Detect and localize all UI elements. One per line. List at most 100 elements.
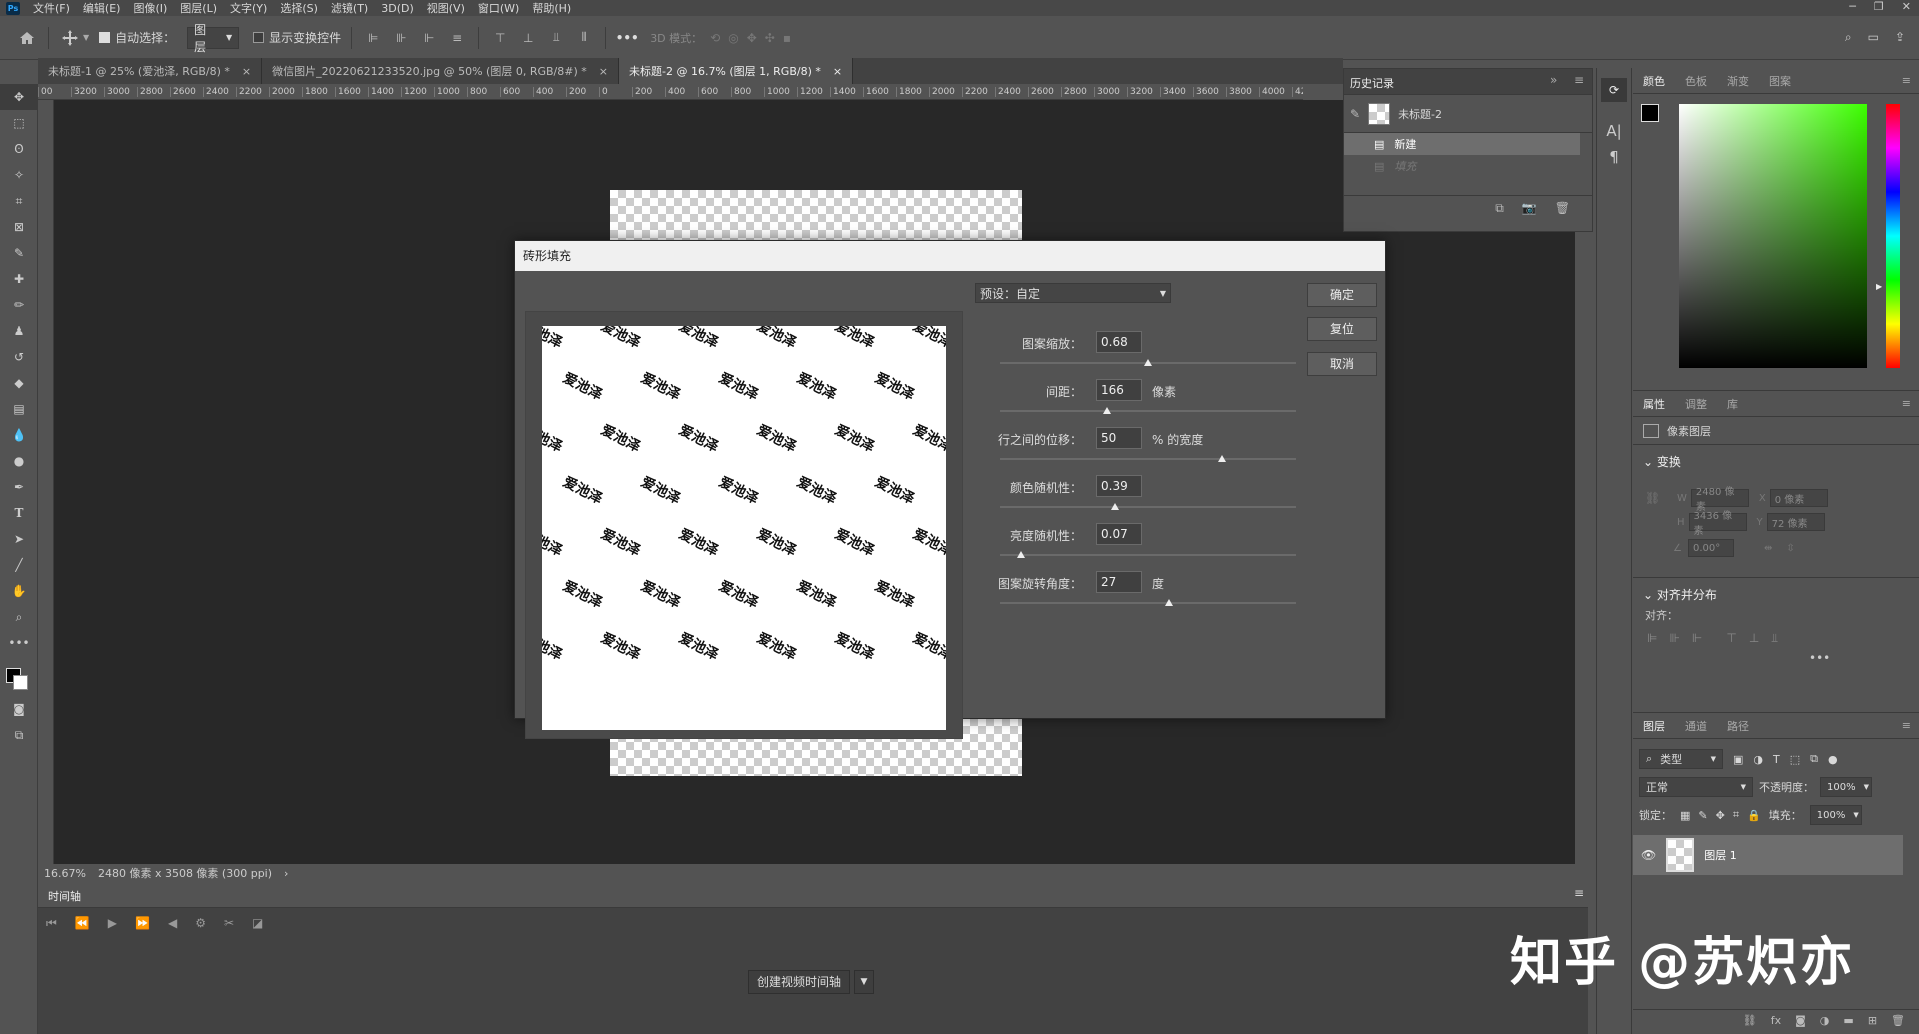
blend-mode-dropdown[interactable]: 正常 ▼ bbox=[1639, 777, 1753, 797]
y-field[interactable]: 72 像素 bbox=[1766, 513, 1825, 531]
align-section-header[interactable]: ⌄ 对齐并分布 bbox=[1633, 577, 1919, 611]
panel-menu-icon[interactable]: ≡ bbox=[1902, 74, 1911, 87]
eyedropper-tool-icon[interactable]: ✎ bbox=[0, 240, 38, 266]
new-document-from-state-icon[interactable]: ⧉ bbox=[1495, 201, 1504, 221]
ok-button[interactable]: 确定 bbox=[1307, 283, 1377, 307]
align-top-icon[interactable]: ⊤ bbox=[1726, 631, 1736, 646]
filter-pixel-icon[interactable]: ▣ bbox=[1733, 753, 1743, 766]
param-slider-track[interactable] bbox=[1000, 506, 1296, 508]
new-group-icon[interactable]: ▬ bbox=[1843, 1014, 1853, 1033]
param-slider-track[interactable] bbox=[1000, 602, 1296, 604]
align-right-icon[interactable]: ⊩ bbox=[1692, 631, 1702, 646]
character-panel-icon[interactable]: A| bbox=[1597, 122, 1631, 140]
menu-edit[interactable]: 编辑(E) bbox=[83, 0, 121, 16]
transition-icon[interactable]: ◪ bbox=[252, 916, 263, 931]
next-frame-icon[interactable]: ⏩ bbox=[135, 916, 150, 931]
tab-paths[interactable]: 路径 bbox=[1727, 718, 1749, 734]
search-icon[interactable]: ⌕ bbox=[1845, 30, 1852, 45]
frame-tool-icon[interactable]: ⊠ bbox=[0, 214, 38, 240]
param-value-field[interactable]: 166 bbox=[1096, 379, 1142, 401]
angle-field[interactable]: 0.00° bbox=[1687, 539, 1734, 557]
hand-tool-icon[interactable]: ✋ bbox=[0, 578, 38, 604]
magic-wand-tool-icon[interactable]: ✧ bbox=[0, 162, 38, 188]
type-tool-icon[interactable]: T bbox=[0, 500, 38, 526]
move-tool-icon[interactable] bbox=[59, 27, 81, 49]
history-item-new[interactable]: ▤ 新建 bbox=[1344, 133, 1580, 155]
menu-window[interactable]: 窗口(W) bbox=[478, 0, 519, 16]
align-left-icon[interactable]: ⊫ bbox=[362, 27, 384, 49]
minimize-icon[interactable]: ─ bbox=[1849, 0, 1856, 16]
param-slider-thumb[interactable] bbox=[1218, 455, 1226, 462]
home-icon[interactable] bbox=[16, 27, 38, 49]
param-slider-thumb[interactable] bbox=[1016, 551, 1025, 558]
filter-shape-icon[interactable]: ⬚ bbox=[1790, 753, 1800, 766]
split-icon[interactable]: ✂ bbox=[224, 916, 234, 931]
history-panel-icon[interactable]: ⟳ bbox=[1601, 78, 1627, 102]
dialog-title[interactable]: 砖形填充 bbox=[515, 241, 1385, 271]
close-icon[interactable]: × bbox=[833, 65, 842, 78]
flip-vertical-icon[interactable]: ⇳ bbox=[1786, 543, 1794, 554]
lasso-tool-icon[interactable]: ʘ bbox=[0, 136, 38, 162]
marquee-tool-icon[interactable]: ⬚ bbox=[0, 110, 38, 136]
hue-slider[interactable] bbox=[1886, 104, 1900, 368]
gradient-tool-icon[interactable]: ▤ bbox=[0, 396, 38, 422]
layer-filter-dropdown[interactable]: ⌕ 类型 ▼ bbox=[1639, 749, 1723, 769]
stamp-tool-icon[interactable]: ♟ bbox=[0, 318, 38, 344]
layer-name[interactable]: 图层 1 bbox=[1704, 847, 1737, 863]
background-color[interactable] bbox=[13, 675, 28, 690]
more-options-icon[interactable]: ••• bbox=[616, 27, 639, 49]
width-field[interactable]: 2480 像素 bbox=[1690, 487, 1749, 513]
menu-file[interactable]: 文件(F) bbox=[33, 0, 70, 16]
menu-filter[interactable]: 滤镜(T) bbox=[331, 0, 368, 16]
color-fg-bg-swatch[interactable] bbox=[1641, 104, 1671, 134]
param-slider-thumb[interactable] bbox=[1144, 359, 1152, 366]
restore-icon[interactable]: ❐ bbox=[1874, 0, 1884, 16]
close-icon[interactable]: × bbox=[242, 65, 251, 78]
lock-position-icon[interactable]: ✥ bbox=[1716, 809, 1725, 822]
prev-frame-icon[interactable]: ⏪ bbox=[75, 916, 90, 931]
more-options-icon[interactable]: ••• bbox=[1809, 651, 1830, 665]
align-middle-icon[interactable]: ⊥ bbox=[517, 27, 539, 49]
menu-layer[interactable]: 图层(L) bbox=[180, 0, 217, 16]
param-slider-thumb[interactable] bbox=[1111, 503, 1120, 510]
layer-select-dropdown[interactable]: 图层 ▼ bbox=[187, 23, 240, 54]
menu-image[interactable]: 图像(I) bbox=[133, 0, 167, 16]
preset-dropdown[interactable]: 预设：自定 ▼ bbox=[975, 283, 1171, 303]
audio-icon[interactable]: ◀ bbox=[168, 916, 177, 931]
tab-libraries[interactable]: 库 bbox=[1727, 396, 1738, 412]
tab-patterns[interactable]: 图案 bbox=[1769, 73, 1791, 89]
param-value-field[interactable]: 27 bbox=[1096, 571, 1142, 593]
eye-icon[interactable]: 👁 bbox=[1641, 848, 1656, 862]
healing-brush-tool-icon[interactable]: ✚ bbox=[0, 266, 38, 292]
dodge-tool-icon[interactable]: ● bbox=[0, 448, 38, 474]
quick-mask-icon[interactable]: ◙ bbox=[0, 696, 38, 722]
snapshot-camera-icon[interactable]: 📷 bbox=[1522, 201, 1537, 221]
auto-select-checkbox[interactable]: 自动选择： bbox=[99, 29, 175, 46]
tab-adjustments[interactable]: 调整 bbox=[1685, 396, 1707, 412]
lock-artboard-icon[interactable]: ⌗ bbox=[1733, 808, 1739, 822]
align-more-icon[interactable]: ≡ bbox=[446, 27, 468, 49]
param-slider-thumb[interactable] bbox=[1102, 407, 1111, 414]
tab-layers[interactable]: 图层 bbox=[1643, 718, 1665, 734]
more-tools-icon[interactable]: ••• bbox=[0, 630, 38, 656]
brush-tool-icon[interactable]: ✏ bbox=[0, 292, 38, 318]
pen-tool-icon[interactable]: ✒ bbox=[0, 474, 38, 500]
cancel-button[interactable]: 取消 bbox=[1307, 352, 1377, 376]
layer-row[interactable]: 👁 图层 1 bbox=[1633, 835, 1903, 875]
tab-document-2[interactable]: 微信图片_20220621233520.jpg @ 50% (图层 0, RGB… bbox=[262, 58, 619, 84]
color-field[interactable] bbox=[1679, 104, 1867, 368]
transform-section-header[interactable]: ⌄ 变换 bbox=[1633, 445, 1919, 478]
align-center-h-icon[interactable]: ⊪ bbox=[1669, 631, 1679, 646]
align-middle-icon[interactable]: ⊥ bbox=[1749, 631, 1759, 646]
fx-icon[interactable]: fx bbox=[1771, 1014, 1781, 1033]
menu-3d[interactable]: 3D(D) bbox=[381, 2, 414, 15]
tab-color[interactable]: 颜色 bbox=[1643, 73, 1665, 89]
tab-properties[interactable]: 属性 bbox=[1643, 396, 1665, 412]
create-video-timeline-button[interactable]: 创建视频时间轴 bbox=[748, 970, 851, 994]
chevron-right-icon[interactable]: › bbox=[284, 867, 288, 880]
3d-scale-icon[interactable]: ▪ bbox=[783, 31, 791, 45]
screen-mode-icon[interactable]: ⧉ bbox=[0, 722, 38, 748]
close-icon[interactable]: ✕ bbox=[1902, 0, 1911, 16]
panel-menu-icon[interactable]: ≡ bbox=[1574, 73, 1584, 87]
panel-menu-icon[interactable]: ≡ bbox=[1902, 397, 1911, 410]
